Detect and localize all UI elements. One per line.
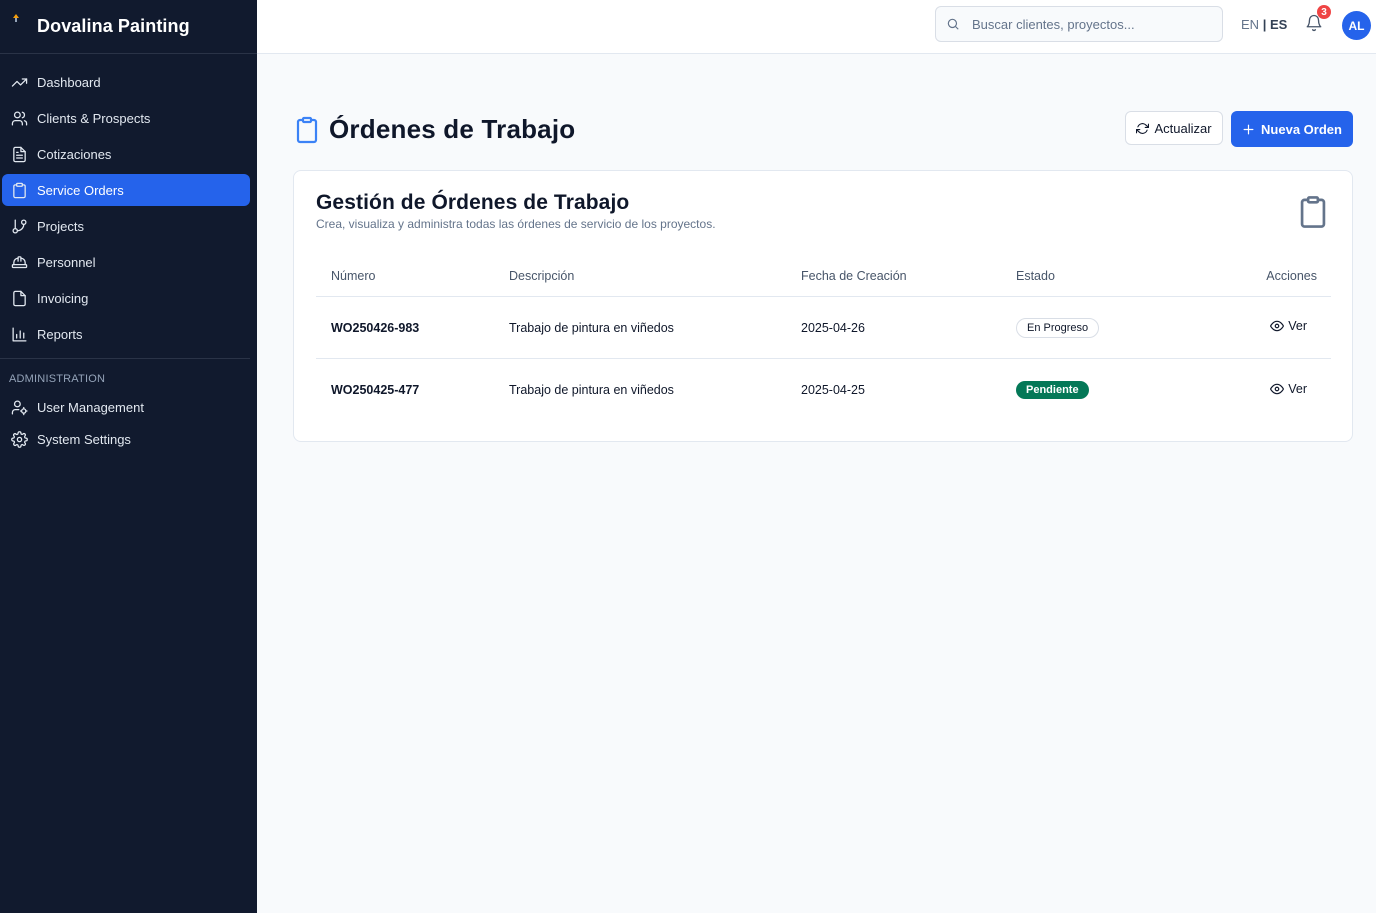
brand[interactable]: Dovalina Painting: [0, 0, 257, 54]
file-text-icon: [10, 145, 28, 163]
sidebar-item-label: Service Orders: [37, 182, 124, 198]
sidebar: Dovalina Painting Dashboard Clients & Pr…: [0, 0, 257, 913]
column-header-date[interactable]: Fecha de Creación: [801, 269, 1016, 283]
users-icon: [10, 109, 28, 127]
column-header-description[interactable]: Descripción: [509, 269, 801, 283]
refresh-button[interactable]: Actualizar: [1125, 111, 1223, 145]
column-header-status[interactable]: Estado: [1016, 269, 1216, 283]
clipboard-icon: [1298, 195, 1328, 229]
refresh-icon: [1136, 122, 1150, 134]
topbar: EN | ES 3 AL: [257, 0, 1376, 54]
orders-table: Número Descripción Fecha de Creación Est…: [316, 255, 1331, 421]
hard-hat-icon: [10, 253, 28, 271]
card-subtitle: Crea, visualiza y administra todas las ó…: [316, 217, 716, 231]
clipboard-icon: [295, 116, 319, 144]
sidebar-item-clients[interactable]: Clients & Prospects: [2, 102, 250, 134]
order-date: 2025-04-25: [801, 383, 865, 397]
order-date: 2025-04-26: [801, 320, 865, 335]
order-number: WO250426-983: [331, 320, 420, 335]
card-title: Gestión de Órdenes de Trabajo: [316, 191, 630, 214]
file-icon: [10, 289, 28, 307]
status-badge: En Progreso: [1016, 317, 1100, 338]
order-description: Trabajo de pintura en viñedos: [509, 383, 674, 397]
sidebar-item-label: System Settings: [37, 431, 131, 447]
page-title: Órdenes de Trabajo: [329, 114, 576, 144]
trending-up-icon: [10, 73, 28, 91]
paintbrush-logo-icon: [10, 13, 24, 28]
brand-name: Dovalina Painting: [37, 16, 190, 36]
bar-chart-icon: [10, 325, 28, 343]
sidebar-item-user-management[interactable]: User Management: [2, 391, 250, 423]
sidebar-item-service-orders[interactable]: Service Orders: [2, 174, 250, 206]
sidebar-item-label: Clients & Prospects: [37, 110, 151, 126]
sidebar-item-label: Dashboard: [37, 74, 101, 90]
lang-es-option[interactable]: ES: [1270, 17, 1287, 32]
order-description: Trabajo de pintura en viñedos: [509, 320, 674, 335]
new-order-label: Nueva Orden: [1261, 121, 1342, 137]
language-switcher: EN | ES: [1241, 17, 1287, 32]
sidebar-item-dashboard[interactable]: Dashboard: [2, 66, 250, 98]
avatar[interactable]: AL: [1342, 11, 1371, 40]
order-number: WO250425-477: [331, 383, 420, 397]
git-branch-icon: [10, 217, 28, 235]
sidebar-item-projects[interactable]: Projects: [2, 210, 250, 242]
sidebar-item-label: Invoicing: [37, 290, 89, 306]
sidebar-item-personnel[interactable]: Personnel: [2, 246, 250, 278]
search-input[interactable]: [972, 16, 1202, 32]
table-row[interactable]: WO250425-477 Trabajo de pintura en viñed…: [316, 359, 1331, 421]
status-badge: Pendiente: [1016, 381, 1089, 399]
eye-icon: [1270, 383, 1285, 394]
view-label: Ver: [1288, 381, 1307, 396]
eye-icon: [1270, 320, 1285, 332]
view-button[interactable]: Ver: [1270, 382, 1307, 396]
sidebar-item-label: Personnel: [37, 254, 96, 270]
sidebar-item-label: User Management: [37, 399, 144, 415]
page-header: Órdenes de Trabajo Actualizar Nueva Orde…: [293, 110, 1353, 150]
sidebar-item-invoicing[interactable]: Invoicing: [2, 282, 250, 314]
lang-separator: |: [1262, 17, 1267, 32]
plus-icon: [1243, 124, 1254, 134]
view-label: Ver: [1288, 319, 1307, 333]
lang-en-option[interactable]: EN: [1241, 17, 1259, 32]
clipboard-icon: [10, 181, 28, 199]
settings-icon: [10, 430, 28, 448]
admin-section-label: ADMINISTRATION: [9, 373, 106, 385]
column-header-actions: Acciones: [1266, 268, 1317, 283]
sidebar-item-label: Reports: [37, 326, 83, 342]
sidebar-item-label: Cotizaciones: [37, 146, 112, 162]
refresh-label: Actualizar: [1154, 120, 1212, 136]
sidebar-item-label: Projects: [37, 218, 84, 234]
main-nav: Dashboard Clients & Prospects Cotizacion…: [0, 54, 257, 455]
user-cog-icon: [10, 398, 28, 416]
column-header-number[interactable]: Número: [316, 269, 509, 283]
orders-card: Gestión de Órdenes de Trabajo Crea, visu…: [293, 170, 1353, 442]
sidebar-item-reports[interactable]: Reports: [2, 318, 250, 350]
notification-count-badge: 3: [1317, 5, 1331, 19]
sidebar-item-system-settings[interactable]: System Settings: [2, 423, 250, 455]
table-header: Número Descripción Fecha de Creación Est…: [316, 255, 1331, 297]
search-box[interactable]: [935, 6, 1223, 42]
sidebar-item-cotizaciones[interactable]: Cotizaciones: [2, 138, 250, 170]
table-row[interactable]: WO250426-983 Trabajo de pintura en viñed…: [316, 297, 1331, 359]
search-icon: [946, 17, 960, 31]
new-order-button[interactable]: Nueva Orden: [1231, 111, 1353, 147]
view-button[interactable]: Ver: [1270, 319, 1307, 333]
